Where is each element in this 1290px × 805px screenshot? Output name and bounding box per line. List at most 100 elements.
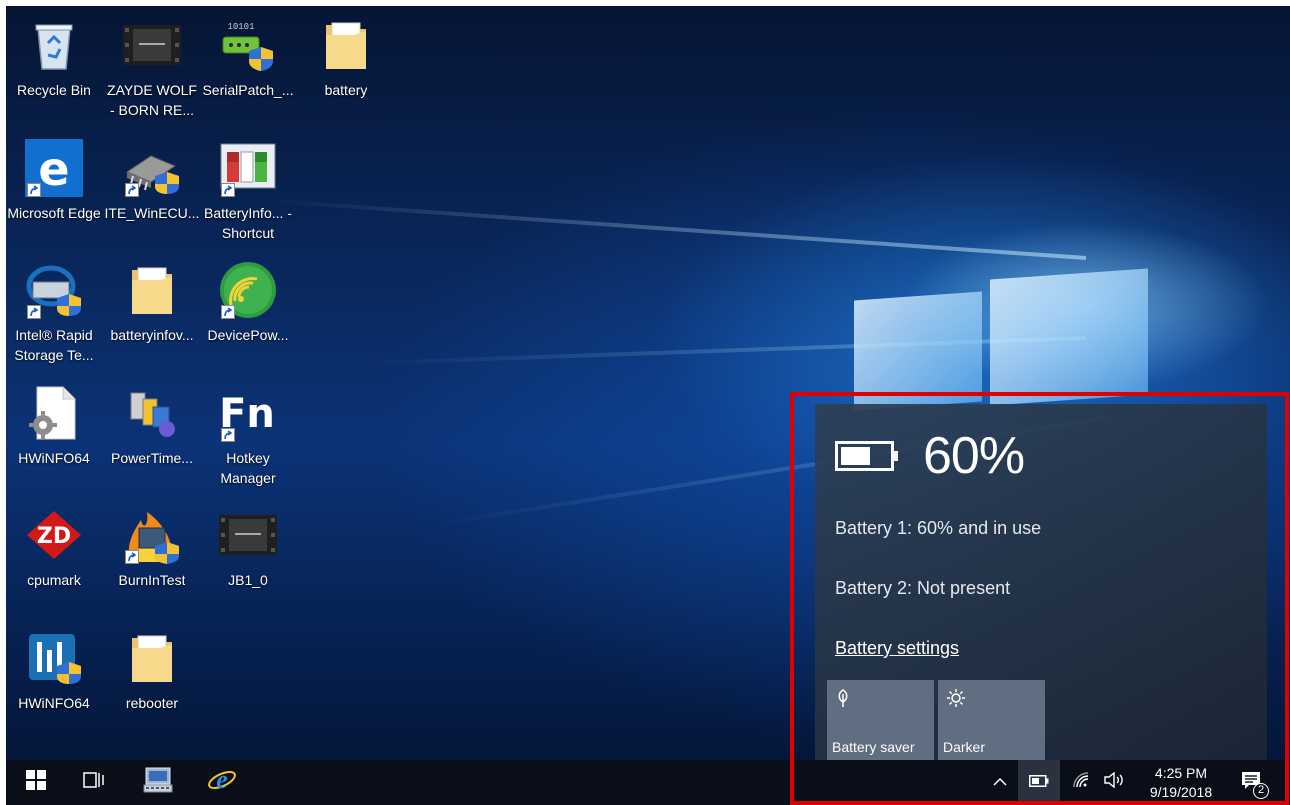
shortcut-arrow-icon (27, 183, 41, 197)
desktop-icon[interactable]: DevicePow... (200, 261, 296, 345)
fn-key-icon: Fn (219, 384, 277, 442)
start-button[interactable] (12, 760, 60, 805)
task-view-icon (83, 770, 105, 795)
desktop-icon-label: Recycle Bin (17, 82, 91, 98)
battery-tray-button[interactable] (1018, 760, 1060, 805)
desktop-icon-label: batteryinfov... (110, 327, 194, 343)
battery-saver-tile[interactable]: Battery saver (827, 680, 934, 760)
desktop-icon[interactable]: ZAYDE WOLF - BORN RE... (104, 16, 200, 120)
desktop-icon-label: rebooter (125, 695, 179, 711)
battery-icon (1029, 774, 1049, 792)
darker-tile[interactable]: Darker (938, 680, 1045, 760)
desktop-icon-label: DevicePow... (207, 327, 289, 343)
battery2-status: Battery 2: Not present (835, 578, 1011, 598)
notification-count-badge: 2 (1253, 782, 1269, 799)
battery-saver-label: Battery saver (832, 739, 915, 755)
desktop-icon-label: HWiNFO64 (18, 695, 90, 711)
show-hidden-icons-button[interactable] (988, 760, 1012, 805)
desktop-icon[interactable]: batteryinfov... (104, 261, 200, 345)
desktop-icon-label: HWiNFO64 (18, 450, 90, 466)
chip-icon (123, 139, 181, 197)
wallpaper-beam (267, 198, 1087, 260)
brightness-icon (946, 688, 966, 713)
desktop-icon[interactable]: Fn Hotkey Manager (200, 384, 296, 488)
battery-settings-link[interactable]: Battery settings (835, 638, 959, 659)
volume-tray-button[interactable] (1100, 760, 1130, 805)
desktop-icon[interactable]: PowerTime... (104, 384, 200, 468)
svg-text:ZD: ZD (37, 524, 71, 549)
shortcut-arrow-icon (221, 305, 235, 319)
settings-file-icon (25, 384, 83, 442)
network-tray-button[interactable] (1070, 760, 1094, 805)
clock-time: 4:25 PM (1154, 765, 1208, 781)
hwinfo-icon (25, 629, 83, 687)
battery-flyout: 60% Battery 1: 60% and in use Battery 2:… (815, 404, 1267, 760)
svg-text:10101: 10101 (227, 22, 254, 32)
recycle-bin-icon (25, 16, 83, 74)
video-file-icon (219, 506, 277, 564)
desktop-icon-label: Hotkey Manager (220, 450, 276, 486)
desktop-icon-label: BatteryInfo... - Shortcut (204, 205, 292, 241)
folder-icon (317, 16, 375, 74)
desktop-screen: Recycle Bin ZAYDE WOLF - BORN RE... 1010… (6, 6, 1290, 805)
shortcut-arrow-icon (125, 550, 139, 564)
desktop-icon[interactable]: JB1_0 (200, 506, 296, 590)
desktop-icon-label: ZAYDE WOLF - BORN RE... (107, 82, 197, 118)
burnintest-icon (123, 506, 181, 564)
internet-explorer-icon: e (207, 765, 237, 800)
desktop-icon[interactable]: ITE_WinECU... (104, 139, 200, 223)
taskbar: e 4:25 PM 9/19/2018 2 (6, 760, 1290, 805)
folder-icon (123, 629, 181, 687)
battery-info-icon (219, 139, 277, 197)
battery-level-icon (835, 441, 899, 471)
desktop-icon[interactable]: Intel® Rapid Storage Te... (6, 261, 102, 365)
wallpaper-logo-pane (854, 291, 982, 411)
battery-percent: 60% (923, 427, 1025, 485)
darker-label: Darker (943, 739, 986, 755)
svg-text:e: e (216, 765, 228, 794)
video-file-icon (123, 16, 181, 74)
volume-icon (1104, 771, 1126, 793)
action-center-button[interactable]: 2 (1236, 760, 1272, 805)
desktop-icon[interactable]: e Microsoft Edge (6, 139, 102, 223)
desktop-icon-label: JB1_0 (228, 572, 268, 588)
chevron-up-icon (993, 774, 1007, 792)
task-view-button[interactable] (70, 760, 118, 805)
desktop-icon[interactable]: Recycle Bin (6, 16, 102, 100)
wallpaper-logo-pane (990, 268, 1148, 406)
shortcut-arrow-icon (221, 183, 235, 197)
windows-start-icon (26, 770, 46, 795)
folder-icon (123, 261, 181, 319)
on-screen-keyboard-icon (143, 766, 173, 799)
on-screen-keyboard-button[interactable] (134, 760, 182, 805)
battery-header: 60% (835, 427, 1025, 485)
taskbar-clock[interactable]: 4:25 PM 9/19/2018 (1136, 764, 1226, 802)
leaf-icon (835, 688, 851, 713)
power-time-icon (123, 384, 181, 442)
desktop-icon-label: SerialPatch_... (202, 82, 294, 98)
intel-rst-icon (25, 261, 83, 319)
svg-text:e: e (38, 142, 69, 196)
desktop-icon[interactable]: HWiNFO64 (6, 384, 102, 468)
desktop-icon-label: Intel® Rapid Storage Te... (14, 327, 94, 363)
clock-date: 9/19/2018 (1149, 784, 1213, 800)
desktop-icon[interactable]: ZD cpumark (6, 506, 102, 590)
desktop-icon[interactable]: 10101 SerialPatch_... (200, 16, 296, 100)
desktop-icon[interactable]: rebooter (104, 629, 200, 713)
action-center-icon: 2 (1241, 771, 1269, 799)
desktop-icon[interactable]: BatteryInfo... - Shortcut (200, 139, 296, 243)
shortcut-arrow-icon (125, 183, 139, 197)
desktop-icon-label: cpumark (27, 572, 81, 588)
desktop-icon[interactable]: HWiNFO64 (6, 629, 102, 713)
desktop-icon-label: ITE_WinECU... (104, 205, 200, 221)
device-power-icon (219, 261, 277, 319)
shortcut-arrow-icon (27, 305, 41, 319)
internet-explorer-button[interactable]: e (198, 760, 246, 805)
desktop-icon-label: PowerTime... (111, 450, 193, 466)
zd-icon: ZD (25, 506, 83, 564)
desktop-icon[interactable]: battery (298, 16, 394, 100)
desktop-icon-label: Microsoft Edge (7, 205, 101, 221)
desktop-icon[interactable]: BurnInTest (104, 506, 200, 590)
shortcut-arrow-icon (221, 428, 235, 442)
serial-patch-icon: 10101 (219, 16, 277, 74)
